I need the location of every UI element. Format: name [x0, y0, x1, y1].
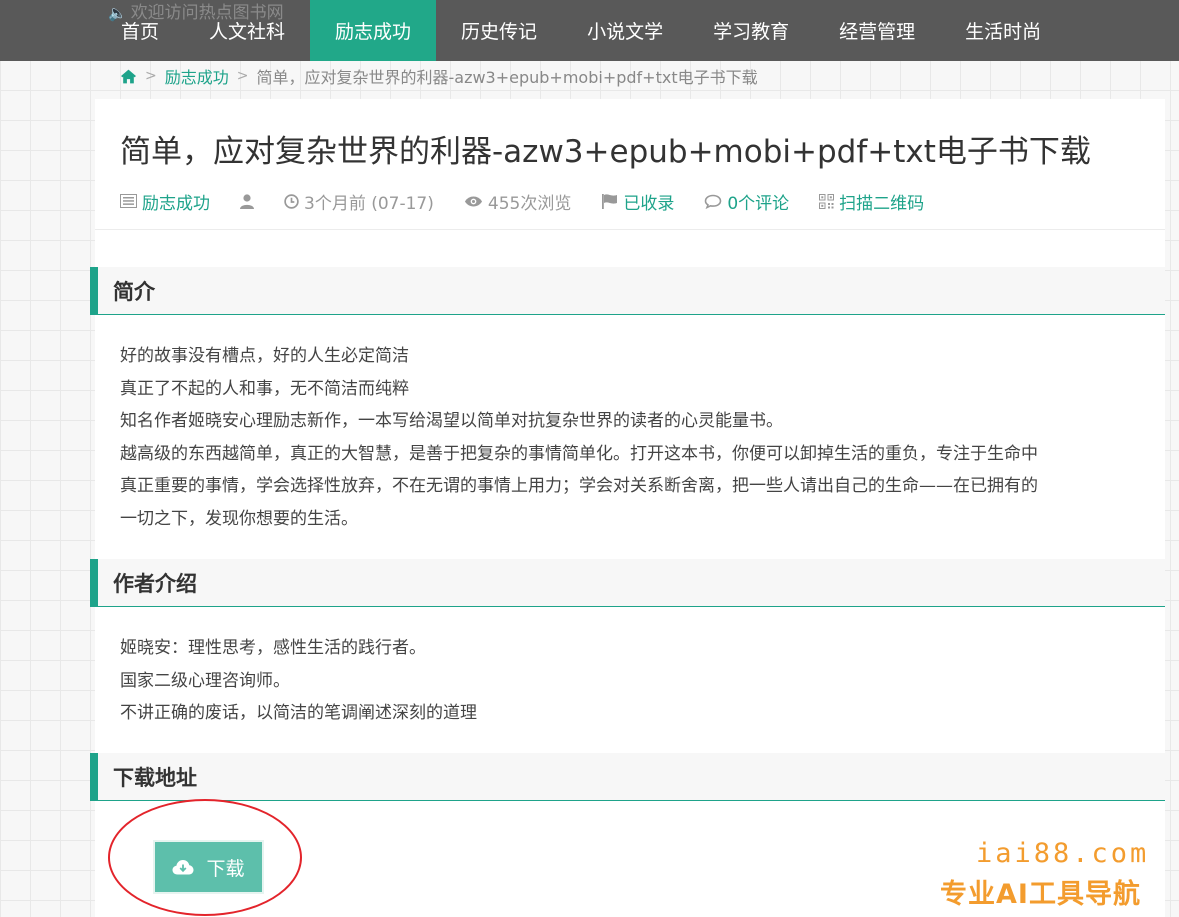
qrcode-icon: [819, 193, 835, 209]
flag-icon: [602, 193, 618, 209]
intro-line: 真正了不起的人和事，无不简洁而纯粹: [120, 378, 409, 399]
meta-time-text: 3个月前 (07-17): [304, 193, 434, 214]
nav-item-humanities[interactable]: 人文社科: [184, 0, 310, 61]
meta-category: 励志成功: [120, 189, 210, 214]
nav-item-home[interactable]: 首页: [96, 0, 184, 61]
breadcrumb: > 励志成功 > 简单，应对复杂世界的利器-azw3+epub+mobi+pdf…: [120, 64, 758, 88]
article-meta: 励志成功 3个月前 (07-17) 455次浏览 已收录 0个评论 扫描二维码: [120, 188, 954, 214]
meta-category-link[interactable]: 励志成功: [142, 189, 210, 214]
watermark-tagline: 专业AI工具导航: [940, 879, 1141, 910]
breadcrumb-separator: >: [236, 68, 249, 84]
intro-line: 知名作者姬晓安心理励志新作，一本写给渴望以简单对抗复杂世界的读者的心灵能量书。: [120, 411, 783, 431]
nav-item-education[interactable]: 学习教育: [688, 0, 814, 61]
nav-item-history[interactable]: 历史传记: [436, 0, 562, 61]
clock-icon: [284, 193, 299, 209]
nav-item-management[interactable]: 经营管理: [814, 0, 940, 61]
intro-line: 好的故事没有槽点，好的人生必定简洁: [120, 346, 409, 366]
section-heading-author: 作者介绍: [90, 559, 1165, 607]
intro-text: 好的故事没有槽点，好的人生必定简洁 真正了不起的人和事，无不简洁而纯粹 知名作者…: [120, 340, 1038, 535]
meta-views-text: 455次浏览: [487, 193, 572, 214]
meta-time: 3个月前 (07-17): [284, 189, 434, 214]
meta-comments-link[interactable]: 0个评论: [727, 189, 789, 214]
eye-icon: [464, 196, 482, 206]
section-heading-download: 下载地址: [90, 753, 1165, 801]
meta-qrcode: 扫描二维码: [819, 189, 924, 214]
meta-indexed-link[interactable]: 已收录: [623, 189, 674, 214]
nav-item-lifestyle[interactable]: 生活时尚: [940, 0, 1066, 61]
author-line: 姬晓安：理性思考，感性生活的践行者。: [120, 638, 426, 658]
author-line: 国家二级心理咨询师。: [120, 670, 290, 691]
breadcrumb-current: 简单，应对复杂世界的利器-azw3+epub+mobi+pdf+txt电子书下载: [256, 68, 758, 87]
highlight-circle: [108, 799, 302, 916]
list-icon: [120, 194, 137, 208]
meta-author: [240, 193, 254, 209]
user-icon: [240, 193, 254, 209]
intro-line: 越高级的东西越简单，真正的大智慧，是善于把复杂的事情简单化。打开这本书，你便可以…: [120, 443, 1038, 464]
home-icon[interactable]: [120, 68, 137, 85]
section-heading-intro: 简介: [90, 267, 1165, 315]
author-line: 不讲正确的废话，以简洁的笔调阐述深刻的道理: [120, 703, 477, 723]
breadcrumb-separator: >: [145, 68, 157, 84]
comment-icon: [705, 194, 722, 209]
top-nav: 🔈 欢迎访问热点图书网 首页 人文社科 励志成功 历史传记 小说文学 学习教育 …: [0, 0, 1179, 61]
meta-qrcode-link[interactable]: 扫描二维码: [839, 189, 924, 214]
intro-line: 一切之下，发现你想要的生活。: [120, 508, 358, 529]
author-text: 姬晓安：理性思考，感性生活的践行者。 国家二级心理咨询师。 不讲正确的废话，以简…: [120, 632, 477, 730]
watermark-url: iai88.com: [976, 838, 1150, 869]
nav-item-inspiration[interactable]: 励志成功: [310, 0, 437, 61]
intro-line: 真正重要的事情，学会选择性放弃，不在无谓的事情上用力；学会对关系断舍离，把一些人…: [120, 476, 1038, 496]
nav-item-fiction[interactable]: 小说文学: [562, 0, 688, 61]
meta-divider: [95, 229, 1165, 230]
meta-views: 455次浏览: [464, 189, 571, 214]
breadcrumb-category-link[interactable]: 励志成功: [165, 64, 229, 88]
page-title: 简单，应对复杂世界的利器-azw3+epub+mobi+pdf+txt电子书下载: [120, 134, 1091, 170]
meta-indexed: 已收录: [601, 189, 674, 214]
nav-menu: 首页 人文社科 励志成功 历史传记 小说文学 学习教育 经营管理 生活时尚: [96, 0, 1066, 61]
meta-comments: 0个评论: [704, 189, 789, 214]
